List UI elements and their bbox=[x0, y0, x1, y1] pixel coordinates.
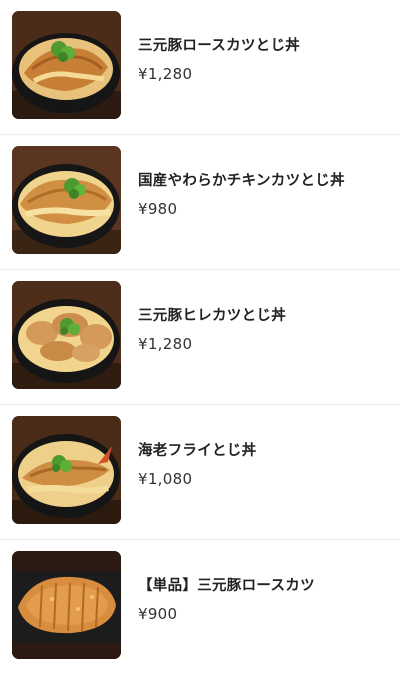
item-name: 国産やわらかチキンカツとじ丼 bbox=[138, 173, 345, 189]
item-price: ¥1,280 bbox=[138, 335, 193, 353]
item-price: ¥900 bbox=[138, 605, 178, 623]
food-image[interactable] bbox=[12, 281, 121, 389]
menu-item[interactable]: 海老フライとじ丼 ¥1,080 bbox=[0, 405, 400, 540]
item-text: 国産やわらかチキンカツとじ丼 ¥980 bbox=[138, 171, 390, 219]
chicken-katsudon-illustration bbox=[12, 146, 121, 254]
item-price: ¥1,280 bbox=[138, 65, 193, 83]
food-image[interactable] bbox=[12, 11, 121, 119]
item-text: 【単品】三元豚ロースカツ ¥900 bbox=[138, 576, 390, 624]
item-text: 三元豚ロースカツとじ丼 ¥1,280 bbox=[138, 36, 390, 84]
food-image[interactable] bbox=[12, 551, 121, 659]
item-text: 三元豚ヒレカツとじ丼 ¥1,280 bbox=[138, 306, 390, 354]
katsudon-illustration bbox=[12, 11, 121, 119]
item-price: ¥1,080 bbox=[138, 470, 193, 488]
item-name: 海老フライとじ丼 bbox=[138, 443, 257, 459]
food-image[interactable] bbox=[12, 416, 121, 524]
item-name: 三元豚ヒレカツとじ丼 bbox=[138, 308, 286, 324]
item-text: 海老フライとじ丼 ¥1,080 bbox=[138, 441, 390, 489]
food-image[interactable] bbox=[12, 146, 121, 254]
menu-list: 三元豚ロースカツとじ丼 ¥1,280 国産やわらかチキンカツとじ丼 ¥980 三… bbox=[0, 0, 400, 675]
menu-item[interactable]: 三元豚ヒレカツとじ丼 ¥1,280 bbox=[0, 270, 400, 405]
menu-item[interactable]: 三元豚ロースカツとじ丼 ¥1,280 bbox=[0, 0, 400, 135]
item-price: ¥980 bbox=[138, 200, 178, 218]
item-name: 【単品】三元豚ロースカツ bbox=[138, 578, 315, 594]
fillet-katsudon-illustration bbox=[12, 281, 121, 389]
shrimp-don-illustration bbox=[12, 416, 121, 524]
item-name: 三元豚ロースカツとじ丼 bbox=[138, 38, 301, 54]
menu-item[interactable]: 国産やわらかチキンカツとじ丼 ¥980 bbox=[0, 135, 400, 270]
cutlet-illustration bbox=[12, 551, 121, 659]
menu-item[interactable]: 【単品】三元豚ロースカツ ¥900 bbox=[0, 540, 400, 675]
